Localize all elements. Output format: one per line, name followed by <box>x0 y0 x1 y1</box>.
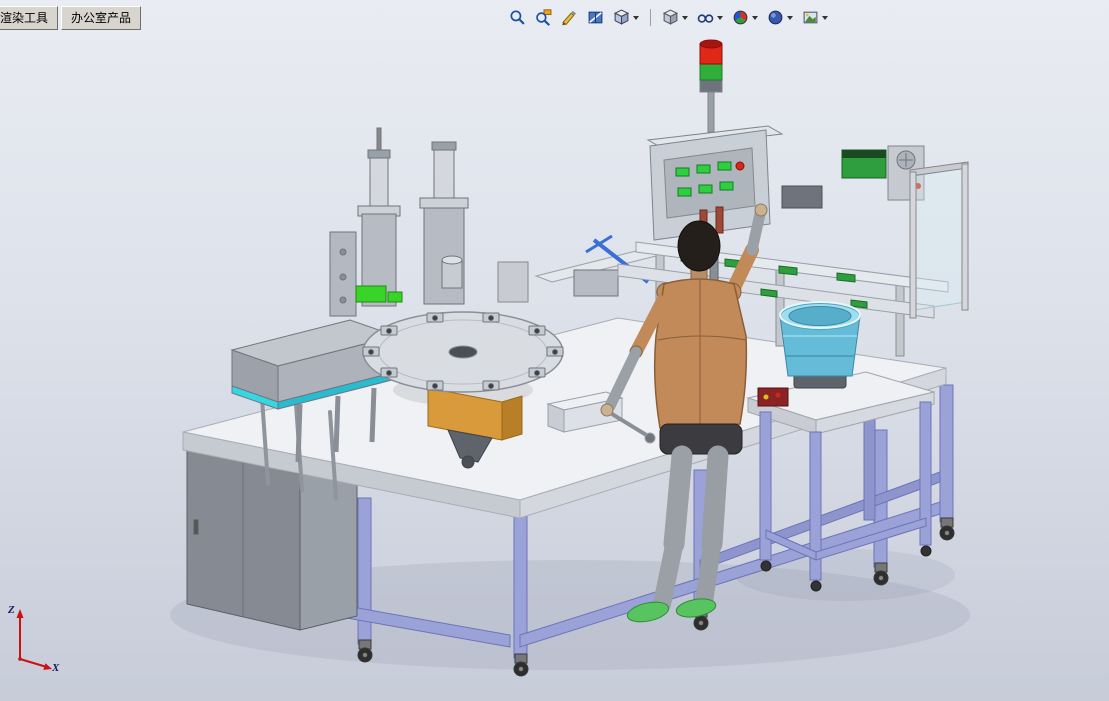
heads-up-view-toolbar <box>508 8 829 27</box>
hide-show-items-icon <box>697 9 714 26</box>
dropdown-caret-icon[interactable] <box>682 16 688 20</box>
hide-show-items-button[interactable] <box>696 8 724 27</box>
z-axis-arrow <box>17 609 24 618</box>
view-settings-icon <box>802 9 819 26</box>
cad-window: 渲染工具 办公室产品 <box>0 0 1109 701</box>
section-view-icon <box>587 9 604 26</box>
dropdown-caret-icon[interactable] <box>752 16 758 20</box>
zoom-to-fit-button[interactable] <box>508 8 527 27</box>
view-orientation-button[interactable] <box>612 8 640 27</box>
triad-z-label: Z <box>7 604 15 616</box>
dropdown-caret-icon[interactable] <box>633 16 639 20</box>
zoom-to-area-button[interactable] <box>534 8 553 27</box>
display-style-button[interactable] <box>661 8 689 27</box>
apply-scene-button[interactable] <box>766 8 794 27</box>
machine-assembly-render[interactable] <box>0 0 1109 701</box>
display-style-icon <box>662 9 679 26</box>
zoom-to-area-icon <box>535 9 552 26</box>
safety-guards[interactable] <box>910 162 968 318</box>
3d-drawing-view-icon <box>561 9 578 26</box>
section-view-button[interactable] <box>586 8 605 27</box>
bowl-feeder[interactable] <box>780 302 860 388</box>
toolbar-tab-office-products[interactable]: 办公室产品 <box>61 6 141 30</box>
dropdown-caret-icon[interactable] <box>822 16 828 20</box>
orientation-triad: Z X <box>4 597 64 675</box>
view-orientation-icon <box>613 9 630 26</box>
x-axis-arrow <box>43 663 52 670</box>
view-settings-button[interactable] <box>801 8 829 27</box>
dropdown-caret-icon[interactable] <box>717 16 723 20</box>
signal-tower[interactable] <box>700 40 722 132</box>
triad-x-label: X <box>51 662 60 674</box>
dropdown-caret-icon[interactable] <box>787 16 793 20</box>
toolbar-tab-render-tools[interactable]: 渲染工具 <box>0 6 58 30</box>
zoom-to-fit-icon <box>509 9 526 26</box>
red-button-box[interactable] <box>758 388 788 406</box>
3d-viewport[interactable]: 渲染工具 办公室产品 <box>0 0 1109 701</box>
edit-appearance-button[interactable] <box>731 8 759 27</box>
apply-scene-icon <box>767 9 784 26</box>
toolbar-separator <box>650 9 651 26</box>
3d-drawing-view-button[interactable] <box>560 8 579 27</box>
edit-appearance-icon <box>732 9 749 26</box>
floating-toolbar-tabs: 渲染工具 办公室产品 <box>0 6 141 30</box>
press-station[interactable] <box>330 128 468 316</box>
